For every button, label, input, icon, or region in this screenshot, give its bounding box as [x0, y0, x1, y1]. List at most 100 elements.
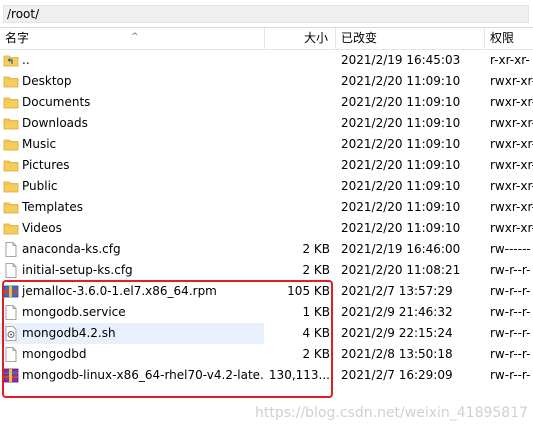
file-size: 2 KB [302, 242, 330, 256]
file-permissions: rwxr-xr- [490, 179, 533, 193]
folder-icon [3, 179, 19, 194]
file-row[interactable]: Documents 2021/2/20 11:09:10 rwxr-xr- [0, 92, 533, 113]
file-name: Music [22, 137, 57, 151]
file-row[interactable]: mongodbd 2 KB 2021/2/8 13:50:18 rw-r--r- [0, 344, 533, 365]
file-name: Videos [22, 221, 62, 235]
file-name-cell[interactable]: Templates [0, 197, 264, 218]
file-modified: 2021/2/7 16:29:09 [341, 368, 453, 382]
file-size: 2 KB [302, 347, 330, 361]
file-name-cell[interactable]: Documents [0, 92, 264, 113]
folder-icon [3, 137, 19, 152]
file-row[interactable]: jemalloc-3.6.0-1.el7.x86_64.rpm 105 KB 202… [0, 281, 533, 302]
file-name-cell[interactable]: Desktop [0, 71, 264, 92]
folder-icon [3, 74, 19, 89]
column-divider[interactable] [484, 28, 485, 49]
file-permissions: rw-r--r- [490, 326, 531, 340]
file-modified: 2021/2/19 16:45:03 [341, 53, 461, 67]
file-row[interactable]: mongodb-linux-x86_64-rhel70-v4.2-late...… [0, 365, 533, 386]
file-row[interactable]: mongodb4.2.sh 4 KB 2021/2/9 22:15:24 rw-r--… [0, 323, 533, 344]
sort-ascending-icon: ^ [131, 32, 139, 42]
file-name-cell[interactable]: jemalloc-3.6.0-1.el7.x86_64.rpm [0, 281, 264, 302]
path-field[interactable]: /root/ [3, 5, 529, 23]
file-row[interactable]: anaconda-ks.cfg 2 KB 2021/2/19 16:46:00 rw-… [0, 239, 533, 260]
file-name-cell[interactable]: Music [0, 134, 264, 155]
column-size-header[interactable]: 大小 [264, 28, 328, 49]
file-modified: 2021/2/9 21:46:32 [341, 305, 453, 319]
folder-icon [3, 158, 19, 173]
file-row[interactable]: Videos 2021/2/20 11:09:10 rwxr-xr- [0, 218, 533, 239]
file-name-cell[interactable]: initial-setup-ks.cfg [0, 260, 264, 281]
file-name-cell[interactable]: Public [0, 176, 264, 197]
watermark: https://blog.csdn.net/weixin_41895817 [255, 405, 529, 421]
file-name-cell[interactable]: .. [0, 50, 264, 71]
folder-icon [3, 95, 19, 110]
file-name: mongodb-linux-x86_64-rhel70-v4.2-late... [22, 368, 264, 382]
archive-icon [3, 368, 19, 383]
file-name-cell[interactable]: Pictures [0, 155, 264, 176]
file-size [264, 71, 330, 92]
file-name: initial-setup-ks.cfg [22, 263, 133, 277]
file-row[interactable]: initial-setup-ks.cfg 2 KB 2021/2/20 11:08:… [0, 260, 533, 281]
file-name: Documents [22, 95, 91, 109]
file-modified: 2021/2/20 11:09:10 [341, 221, 461, 235]
column-name-label: 名字 [5, 31, 30, 45]
file-name: jemalloc-3.6.0-1.el7.x86_64.rpm [22, 284, 217, 298]
file-row[interactable]: mongodb.service 1 KB 2021/2/9 21:46:32 rw-r… [0, 302, 533, 323]
file-permissions: rwxr-xr- [490, 200, 533, 214]
column-header: 名字 ^ 大小 已改变 权限 [0, 28, 533, 50]
file-name: anaconda-ks.cfg [22, 242, 121, 256]
file-size [264, 197, 330, 218]
file-size [264, 92, 330, 113]
file-permissions: rwxr-xr- [490, 116, 533, 130]
file-icon [3, 242, 19, 257]
file-name-cell[interactable]: mongodb.service [0, 302, 264, 323]
file-name-cell[interactable]: Videos [0, 218, 264, 239]
file-modified: 2021/2/20 11:09:10 [341, 116, 461, 130]
file-name-cell[interactable]: mongodbd [0, 344, 264, 365]
column-divider[interactable] [335, 28, 336, 49]
file-permissions: rw-r--r- [490, 347, 531, 361]
column-perms-label: 权限 [490, 31, 515, 45]
column-perms-header[interactable]: 权限 [490, 28, 533, 49]
file-name-cell[interactable]: mongodb-linux-x86_64-rhel70-v4.2-late... [0, 365, 264, 386]
file-name: Templates [22, 200, 84, 214]
file-size [264, 50, 330, 71]
file-permissions: rwxr-xr- [490, 158, 533, 172]
file-permissions: rw-r--r- [490, 263, 531, 277]
folder-icon [3, 200, 19, 215]
file-modified: 2021/2/20 11:09:10 [341, 74, 461, 88]
file-name: .. [22, 53, 30, 67]
file-icon [3, 305, 19, 320]
file-name-cell[interactable]: anaconda-ks.cfg [0, 239, 264, 260]
column-modified-label: 已改变 [341, 31, 378, 45]
file-icon [3, 263, 19, 278]
file-row[interactable]: Music 2021/2/20 11:09:10 rwxr-xr- [0, 134, 533, 155]
file-row[interactable]: Templates 2021/2/20 11:09:10 rwxr-xr- [0, 197, 533, 218]
file-modified: 2021/2/20 11:09:10 [341, 137, 461, 151]
file-permissions: rw------ [490, 242, 531, 256]
file-permissions: rw-r--r- [490, 368, 531, 382]
file-row[interactable]: Pictures 2021/2/20 11:09:10 rwxr-xr- [0, 155, 533, 176]
column-name-header[interactable]: 名字 ^ [5, 28, 263, 49]
file-name: Pictures [22, 158, 70, 172]
file-name-cell[interactable]: mongodb4.2.sh [0, 323, 264, 344]
folder-icon [3, 116, 19, 131]
file-row[interactable]: Public 2021/2/20 11:09:10 rwxr-xr- [0, 176, 533, 197]
file-row[interactable]: Downloads 2021/2/20 11:09:10 rwxr-xr- [0, 113, 533, 134]
file-row[interactable]: .. 2021/2/19 16:45:03 r-xr-xr- [0, 50, 533, 71]
file-modified: 2021/2/7 13:57:29 [341, 284, 453, 298]
file-icon [3, 347, 19, 362]
file-row[interactable]: Desktop 2021/2/20 11:09:10 rwxr-xr- [0, 71, 533, 92]
file-modified: 2021/2/20 11:08:21 [341, 263, 461, 277]
file-permissions: rw-r--r- [490, 284, 531, 298]
file-name: mongodbd [22, 347, 87, 361]
column-modified-header[interactable]: 已改变 [341, 28, 481, 49]
file-size: 2 KB [302, 263, 330, 277]
file-size [264, 176, 330, 197]
file-permissions: rw-r--r- [490, 305, 531, 319]
file-name-cell[interactable]: Downloads [0, 113, 264, 134]
file-permissions: rwxr-xr- [490, 221, 533, 235]
file-permissions: rwxr-xr- [490, 95, 533, 109]
file-modified: 2021/2/20 11:09:10 [341, 200, 461, 214]
file-modified: 2021/2/20 11:09:10 [341, 158, 461, 172]
